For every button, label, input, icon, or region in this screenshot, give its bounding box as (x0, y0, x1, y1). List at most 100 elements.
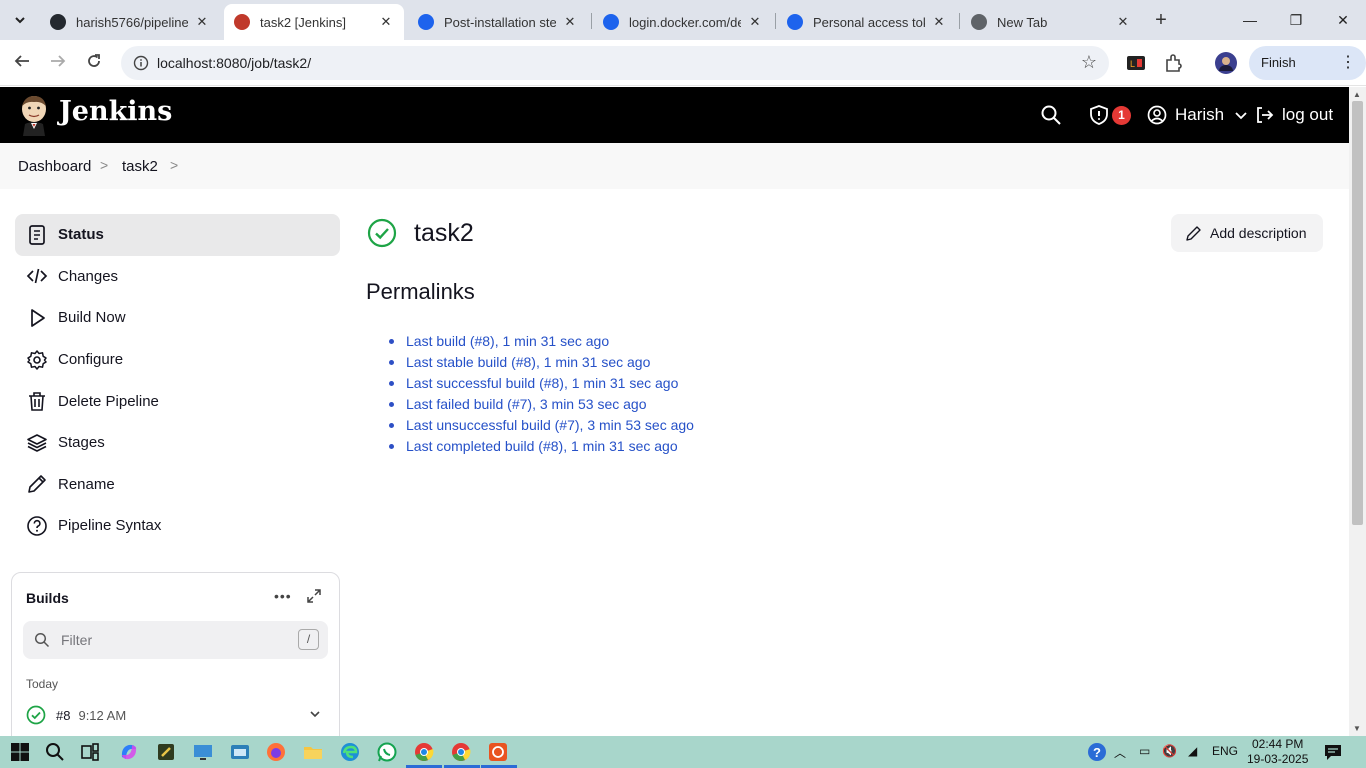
monitor-icon[interactable] (192, 741, 214, 763)
breadcrumb-dashboard[interactable]: Dashboard (18, 158, 91, 175)
close-icon[interactable]: ✕ (747, 14, 763, 30)
speaker-muted-icon[interactable]: 🔇 (1162, 744, 1177, 758)
app-icon[interactable] (155, 741, 177, 763)
system-clock[interactable]: 02:44 PM 19-03-2025 (1247, 737, 1308, 767)
browser-tab-new[interactable]: New Tab ✕ (961, 4, 1141, 40)
whatsapp-icon[interactable] (376, 741, 398, 763)
file-explorer-icon[interactable] (302, 741, 324, 763)
code-icon (26, 269, 48, 284)
sidebar-item-delete-pipeline[interactable]: Delete Pipeline (15, 380, 340, 422)
permalink-last-build[interactable]: Last build (#8), 1 min 31 sec ago (406, 333, 609, 349)
close-icon[interactable]: ✕ (194, 14, 210, 30)
permalink-last-unsuccessful-build[interactable]: Last unsuccessful build (#7), 3 min 53 s… (406, 417, 694, 433)
user-menu[interactable]: Harish (1147, 104, 1248, 126)
new-tab-button[interactable]: + (1149, 8, 1173, 32)
more-horizontal-icon[interactable]: ••• (274, 588, 292, 604)
close-icon[interactable]: ✕ (1115, 14, 1131, 30)
tab-title: task2 [Jenkins] (260, 14, 346, 30)
sidebar-item-label: Configure (58, 351, 124, 369)
reload-button[interactable] (82, 51, 106, 75)
builds-panel: Builds ••• Filter / Today #8 9:12 AM (11, 572, 340, 752)
sidebar-item-pipeline-syntax[interactable]: Pipeline Syntax (15, 505, 340, 547)
back-button[interactable] (10, 51, 34, 75)
url-text: localhost:8080/job/task2/ (157, 55, 312, 71)
breadcrumb-task2[interactable]: task2 (122, 158, 158, 175)
notifications-icon[interactable] (1322, 741, 1344, 763)
svg-text:?: ? (1093, 745, 1101, 760)
close-window-button[interactable]: ✕ (1331, 8, 1355, 32)
jenkins-brand[interactable]: Jenkins (59, 96, 172, 127)
help-icon[interactable]: ? (1086, 741, 1108, 763)
permalink-last-successful-build[interactable]: Last successful build (#8), 1 min 31 sec… (406, 375, 678, 391)
tab-search-button[interactable] (8, 9, 32, 31)
browser-tab-docker-tokens[interactable]: Personal access toker ✕ (777, 4, 957, 40)
scroll-down-arrow-icon[interactable]: ▼ (1353, 724, 1361, 733)
sidebar-item-rename[interactable]: Rename (15, 464, 340, 506)
chevron-down-icon (1235, 112, 1247, 120)
list-item: Last build (#8), 1 min 31 sec ago (389, 331, 694, 352)
copilot-icon[interactable] (118, 741, 140, 763)
forward-button[interactable] (46, 51, 70, 75)
extensions-puzzle-icon[interactable] (1162, 51, 1186, 75)
shield-icon[interactable] (1088, 104, 1110, 126)
bookmark-star-icon[interactable]: ☆ (1081, 52, 1097, 73)
chevron-down-icon[interactable] (308, 707, 322, 721)
add-description-button[interactable]: Add description (1171, 214, 1323, 252)
browser-tab-jenkins[interactable]: task2 [Jenkins] ✕ (224, 4, 404, 40)
firefox-icon[interactable] (265, 741, 287, 763)
browser-tab-docker-post-install[interactable]: Post-installation step ✕ (408, 4, 588, 40)
close-icon[interactable]: ✕ (378, 14, 394, 30)
sidebar-item-configure[interactable]: Configure (15, 339, 340, 381)
language-indicator[interactable]: ENG (1212, 744, 1238, 758)
build-row[interactable]: #8 9:12 AM (26, 703, 326, 727)
chevron-down-icon (15, 17, 25, 24)
sidebar-item-changes[interactable]: Changes (15, 256, 340, 298)
search-icon[interactable] (1040, 104, 1062, 126)
build-number[interactable]: #8 (56, 708, 70, 723)
security-warning-badge[interactable]: 1 (1112, 106, 1131, 125)
address-bar[interactable]: localhost:8080/job/task2/ ☆ (121, 46, 1109, 80)
gear-icon (27, 349, 47, 370)
jenkins-logo-icon[interactable] (17, 94, 51, 136)
logout-link[interactable]: log out (1254, 104, 1333, 126)
profile-avatar[interactable] (1214, 51, 1238, 75)
permalink-last-stable-build[interactable]: Last stable build (#8), 1 min 31 sec ago (406, 354, 650, 370)
chrome-profile-icon[interactable] (450, 741, 472, 763)
scroll-up-arrow-icon[interactable]: ▲ (1353, 90, 1361, 99)
close-icon[interactable]: ✕ (931, 14, 947, 30)
sidebar-item-build-now[interactable]: Build Now (15, 297, 340, 339)
sidebar-item-label: Rename (58, 475, 115, 493)
close-icon[interactable]: ✕ (562, 14, 578, 30)
expand-icon[interactable] (306, 588, 322, 604)
restore-button[interactable]: ❐ (1284, 8, 1308, 32)
permalink-last-completed-build[interactable]: Last completed build (#8), 1 min 31 sec … (406, 438, 678, 454)
minimize-button[interactable]: — (1238, 8, 1262, 32)
extension-lighthouse-icon[interactable]: L (1124, 51, 1148, 75)
chevron-right-icon[interactable]: > (170, 157, 178, 173)
network-icon[interactable]: ◢ (1188, 744, 1197, 758)
battery-icon[interactable]: ▭ (1139, 744, 1150, 758)
search-icon[interactable] (44, 741, 66, 763)
sidebar-item-status[interactable]: Status (15, 214, 340, 256)
sidebar-item-stages[interactable]: Stages (15, 422, 340, 464)
edge-icon[interactable] (339, 741, 361, 763)
permalink-last-failed-build[interactable]: Last failed build (#7), 3 min 53 sec ago (406, 396, 646, 412)
app-window-icon[interactable] (229, 741, 251, 763)
arrow-left-icon (14, 55, 29, 67)
list-item: Last completed build (#8), 1 min 31 sec … (389, 436, 694, 457)
site-info-icon[interactable] (133, 55, 149, 71)
tab-separator (775, 13, 776, 29)
builds-filter-input[interactable]: Filter / (23, 621, 328, 659)
chevron-up-icon[interactable]: ︿ (1114, 744, 1126, 761)
windows-start-icon[interactable] (9, 741, 31, 763)
task-view-icon[interactable] (79, 741, 101, 763)
ubuntu-icon[interactable] (487, 741, 509, 763)
tab-title: login.docker.com/dev (629, 14, 741, 30)
build-time: 9:12 AM (78, 707, 127, 723)
scrollbar-thumb[interactable] (1352, 101, 1363, 525)
page-scrollbar[interactable]: ▲ ▼ (1349, 87, 1366, 736)
browser-tab-github[interactable]: harish5766/pipeline ir ✕ (40, 4, 220, 40)
browser-tab-docker-login[interactable]: login.docker.com/dev ✕ (593, 4, 773, 40)
finish-update-button[interactable]: Finish update ⋮ (1249, 46, 1366, 104)
chrome-icon[interactable] (413, 741, 435, 763)
